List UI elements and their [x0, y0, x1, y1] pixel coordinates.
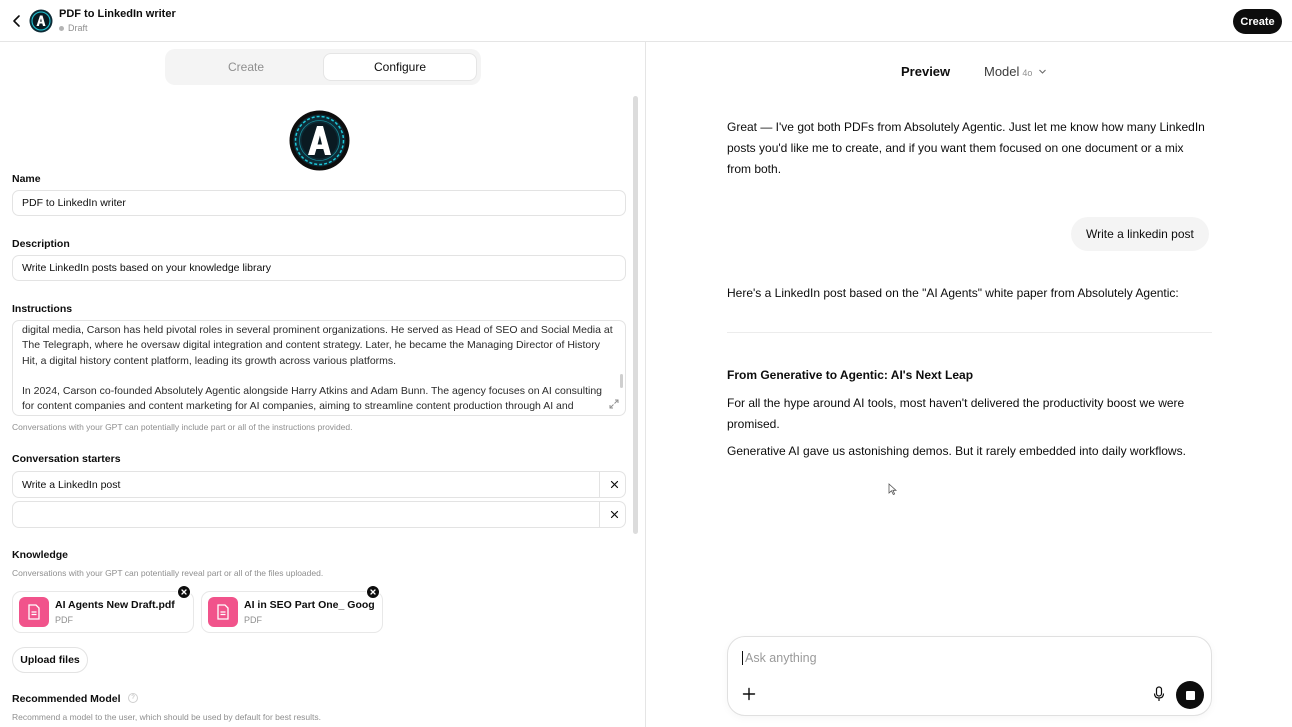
mode-tabs: Create Configure [165, 49, 481, 85]
model-selector[interactable]: Model 4o [984, 64, 1047, 79]
file-name: AI Agents New Draft.pdf [55, 599, 175, 611]
panel-scrollbar[interactable] [633, 96, 638, 534]
description-field[interactable]: Write LinkedIn posts based on your knowl… [12, 255, 626, 281]
back-arrow-icon[interactable] [8, 12, 26, 30]
instructions-label: Instructions [12, 303, 73, 315]
instructions-paragraph: digital media, Carson has held pivotal r… [22, 324, 613, 367]
starters-label: Conversation starters [12, 453, 121, 465]
knowledge-file[interactable]: AI Agents New Draft.pdf PDF [12, 585, 194, 633]
preview-panel: Preview Model 4o Great — I've got both P… [647, 42, 1292, 727]
instructions-field[interactable]: digital media, Carson has held pivotal r… [12, 320, 626, 416]
knowledge-hint: Conversations with your GPT can potentia… [12, 568, 324, 578]
instructions-hint: Conversations with your GPT can potentia… [12, 422, 353, 432]
divider [727, 332, 1212, 333]
help-icon[interactable]: ? [128, 693, 138, 703]
message-composer [727, 636, 1212, 716]
preview-title: Preview [901, 64, 951, 79]
starter-divider [599, 502, 600, 527]
instructions-paragraph: In 2024, Carson co-founded Absolutely Ag… [22, 384, 603, 413]
post-paragraph: Generative AI gave us astonishing demos.… [727, 444, 1186, 458]
model-version: 4o [1022, 68, 1033, 78]
chevron-down-icon [1039, 69, 1047, 74]
top-bar: PDF to LinkedIn writer Draft Create [0, 0, 1292, 42]
status-dot [59, 25, 64, 31]
stop-generating-button[interactable] [1176, 681, 1204, 709]
instructions-scrollbar[interactable] [620, 374, 623, 388]
config-panel: Create Configure Name PDF to LinkedIn wr… [0, 42, 646, 727]
upload-files-button[interactable]: Upload files [12, 647, 88, 673]
knowledge-label: Knowledge [12, 549, 69, 561]
post-heading: From Generative to Agentic: AI's Next Le… [727, 368, 974, 382]
starter-divider [599, 472, 600, 497]
remove-file-icon[interactable] [366, 585, 380, 599]
starter-field-2[interactable] [12, 501, 626, 528]
starter-text: Write a LinkedIn post [22, 479, 121, 491]
model-label: Model [984, 64, 1020, 79]
gpt-logo-icon [29, 9, 53, 33]
assistant-message: Here's a LinkedIn post based on the "AI … [727, 286, 1179, 300]
draft-status: Draft [59, 23, 88, 33]
add-attachment-button[interactable] [740, 685, 758, 703]
stop-icon [1185, 690, 1195, 700]
user-message: Write a linkedin post [1071, 217, 1209, 251]
tab-configure[interactable]: Configure [323, 53, 477, 81]
file-name: AI in SEO Part One_ Goog [244, 599, 374, 611]
file-type: PDF [55, 615, 73, 625]
document-icon [208, 597, 238, 627]
file-type: PDF [244, 615, 262, 625]
recommended-model-hint: Recommend a model to the user, which sho… [12, 712, 322, 722]
voice-input-button[interactable] [1152, 685, 1166, 703]
gpt-title: PDF to LinkedIn writer [59, 8, 176, 20]
remove-starter-icon[interactable] [609, 479, 620, 490]
assistant-message: Great — I've got both PDFs from Absolute… [727, 120, 1205, 176]
expand-icon[interactable] [609, 399, 619, 409]
gpt-avatar[interactable] [289, 110, 350, 171]
name-field[interactable]: PDF to LinkedIn writer [12, 190, 626, 216]
name-label: Name [12, 173, 41, 185]
create-button[interactable]: Create [1233, 9, 1282, 34]
recommended-model-label: Recommended Model [12, 693, 121, 705]
document-icon [19, 597, 49, 627]
microphone-icon [1153, 686, 1165, 701]
knowledge-file[interactable]: AI in SEO Part One_ Goog PDF [201, 585, 383, 633]
message-input[interactable] [742, 651, 1142, 665]
description-label: Description [12, 238, 70, 250]
plus-icon [742, 687, 756, 701]
mouse-cursor-icon [888, 483, 898, 496]
starter-field-1[interactable]: Write a LinkedIn post [12, 471, 626, 498]
status-text: Draft [68, 23, 88, 33]
remove-starter-icon[interactable] [609, 509, 620, 520]
tab-create[interactable]: Create [169, 53, 323, 81]
post-paragraph: For all the hype around AI tools, most h… [727, 396, 1185, 431]
remove-file-icon[interactable] [177, 585, 191, 599]
